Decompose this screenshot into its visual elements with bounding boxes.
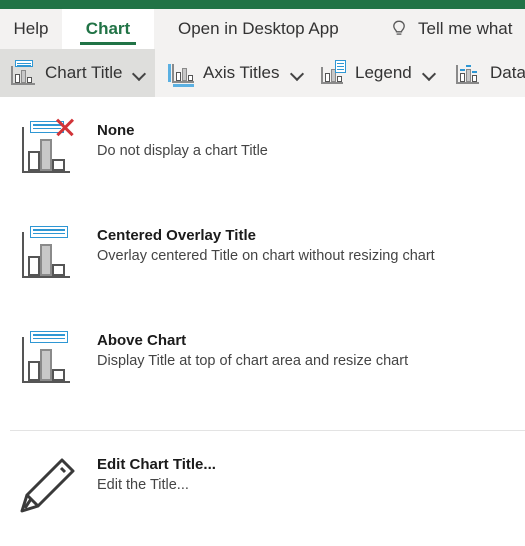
chart-ribbon: Chart Title Axis Titles Legend Data [0,49,525,97]
menu-item-centered-overlay-title-label: Centered Overlay Title [97,227,256,244]
ribbon-button-chart-title-label: Chart Title [45,63,123,82]
chevron-down-icon[interactable] [422,65,438,81]
chart-title-centered-overlay-icon [16,224,80,288]
tab-chart-label: Chart [85,19,131,38]
menu-item-none-title: None [97,122,135,139]
chart-title-icon [10,60,36,86]
lightbulb-icon [390,19,408,39]
title-bar [0,0,525,9]
chevron-down-icon[interactable] [290,65,306,81]
ribbon-button-legend[interactable]: Legend [310,49,445,97]
menu-item-centered-overlay-text: Centered Overlay Title Overlay centered … [97,220,435,267]
chart-title-none-icon [16,119,80,183]
legend-icon [320,60,346,86]
menu-item-above-chart-title-label: Above Chart [97,332,187,349]
ribbon-button-data-labels[interactable]: Data [445,49,525,97]
tab-help-label: Help [13,19,49,38]
ribbon-button-legend-label: Legend [355,63,412,82]
ribbon-button-axis-titles[interactable]: Axis Titles [158,49,310,97]
menu-item-none-desc: Do not display a chart Title [97,143,268,159]
data-labels-icon [455,60,481,86]
chart-title-above-chart-icon [16,329,80,393]
ribbon-button-chart-title[interactable]: Chart Title [0,49,155,97]
ribbon-button-axis-titles-label: Axis Titles [203,63,280,82]
tell-me-search[interactable]: Tell me what [390,9,512,49]
tab-chart[interactable]: Chart [62,9,154,49]
ribbon-tab-strip: Help Chart Open in Desktop App Tell me w… [0,9,525,49]
menu-item-none[interactable]: None Do not display a chart Title [0,115,525,201]
menu-item-centered-overlay-desc: Overlay centered Title on chart without … [97,248,435,264]
tell-me-label: Tell me what [418,19,513,38]
menu-item-edit-chart-title[interactable]: Edit Chart Title... Edit the Title... [0,449,525,535]
open-in-desktop-app-button[interactable]: Open in Desktop App [178,9,339,49]
menu-item-edit-chart-title-label: Edit Chart Title... [97,456,216,473]
menu-item-none-text: None Do not display a chart Title [97,115,268,162]
open-in-desktop-app-label: Open in Desktop App [178,19,339,38]
chart-title-dropdown: None Do not display a chart Title Center… [0,97,525,546]
menu-separator [10,430,525,431]
menu-item-edit-chart-title-desc: Edit the Title... [97,477,189,493]
ribbon-button-data-labels-label: Data [490,63,525,82]
menu-item-above-chart-text: Above Chart Display Title at top of char… [97,325,408,372]
chevron-down-icon[interactable] [132,65,148,81]
tab-help[interactable]: Help [0,9,62,49]
menu-item-centered-overlay-title[interactable]: Centered Overlay Title Overlay centered … [0,220,525,306]
pencil-icon [16,453,80,517]
menu-item-above-chart[interactable]: Above Chart Display Title at top of char… [0,325,525,411]
tab-active-underline [80,42,136,45]
menu-item-above-chart-desc: Display Title at top of chart area and r… [97,353,409,369]
excel-online-chart-ribbon: Help Chart Open in Desktop App Tell me w… [0,0,525,546]
axis-titles-icon [168,60,194,87]
menu-item-edit-chart-title-text: Edit Chart Title... Edit the Title... [97,449,216,496]
